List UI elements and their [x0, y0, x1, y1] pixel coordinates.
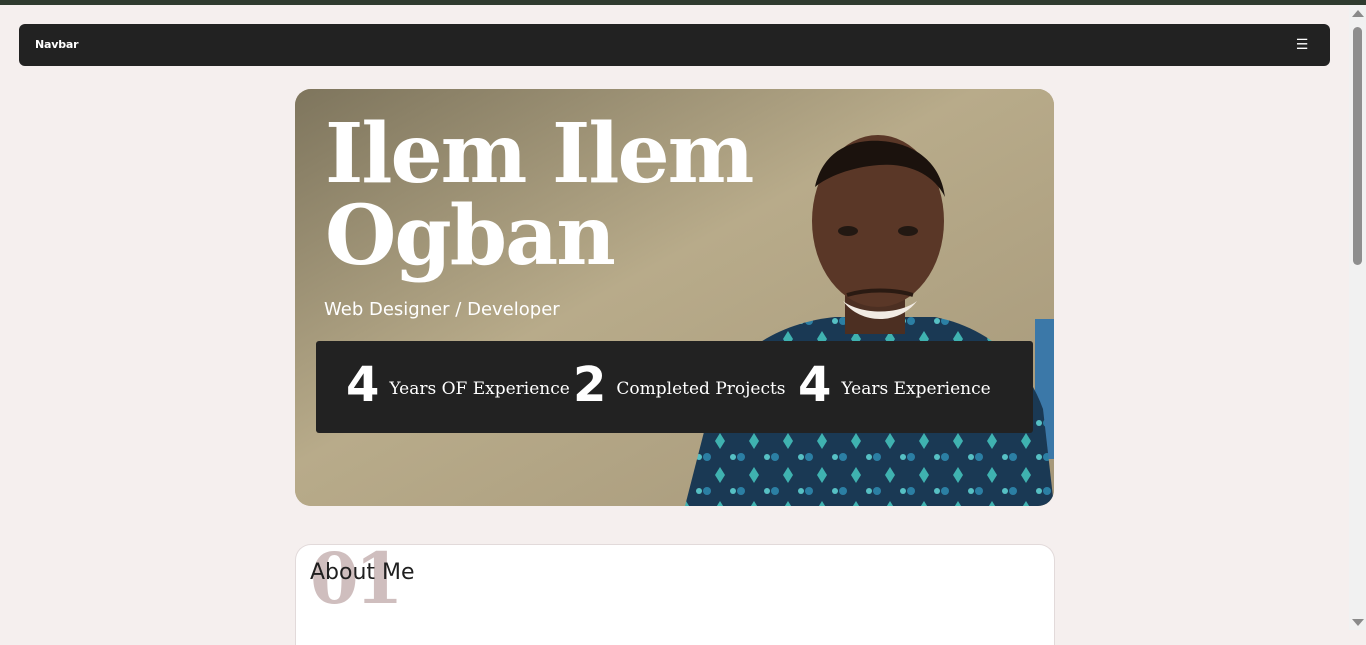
navbar: Navbar ☰ [19, 24, 1330, 66]
stat-label: Years Experience [841, 379, 991, 399]
stat-years-of-experience: 4 Years OF Experience [346, 355, 570, 415]
stat-completed-projects: 2 Completed Projects [573, 355, 786, 415]
vertical-scrollbar[interactable] [1349, 5, 1366, 630]
stat-number: 2 [573, 357, 607, 413]
scroll-up-arrow-icon[interactable] [1352, 10, 1364, 17]
stat-label: Completed Projects [616, 379, 786, 399]
stats-bar: 4 Years OF Experience 2 Completed Projec… [316, 341, 1033, 433]
stat-number: 4 [798, 357, 832, 413]
hero-name: Ilem Ilem Ogban [325, 106, 754, 284]
scroll-thumb[interactable] [1353, 27, 1362, 265]
hero-banner: Ilem Ilem Ogban Web Designer / Developer … [295, 89, 1054, 506]
hero-role: Web Designer / Developer [324, 299, 560, 320]
stat-label: Years OF Experience [389, 379, 570, 399]
browser-top-strip [0, 0, 1366, 5]
stat-years-experience: 4 Years Experience [798, 355, 991, 415]
navbar-brand[interactable]: Navbar [35, 38, 79, 52]
hamburger-menu-icon[interactable]: ☰ [1294, 36, 1310, 54]
scroll-down-arrow-icon[interactable] [1352, 619, 1364, 626]
stat-number: 4 [346, 357, 380, 413]
about-title: About Me [310, 560, 415, 585]
